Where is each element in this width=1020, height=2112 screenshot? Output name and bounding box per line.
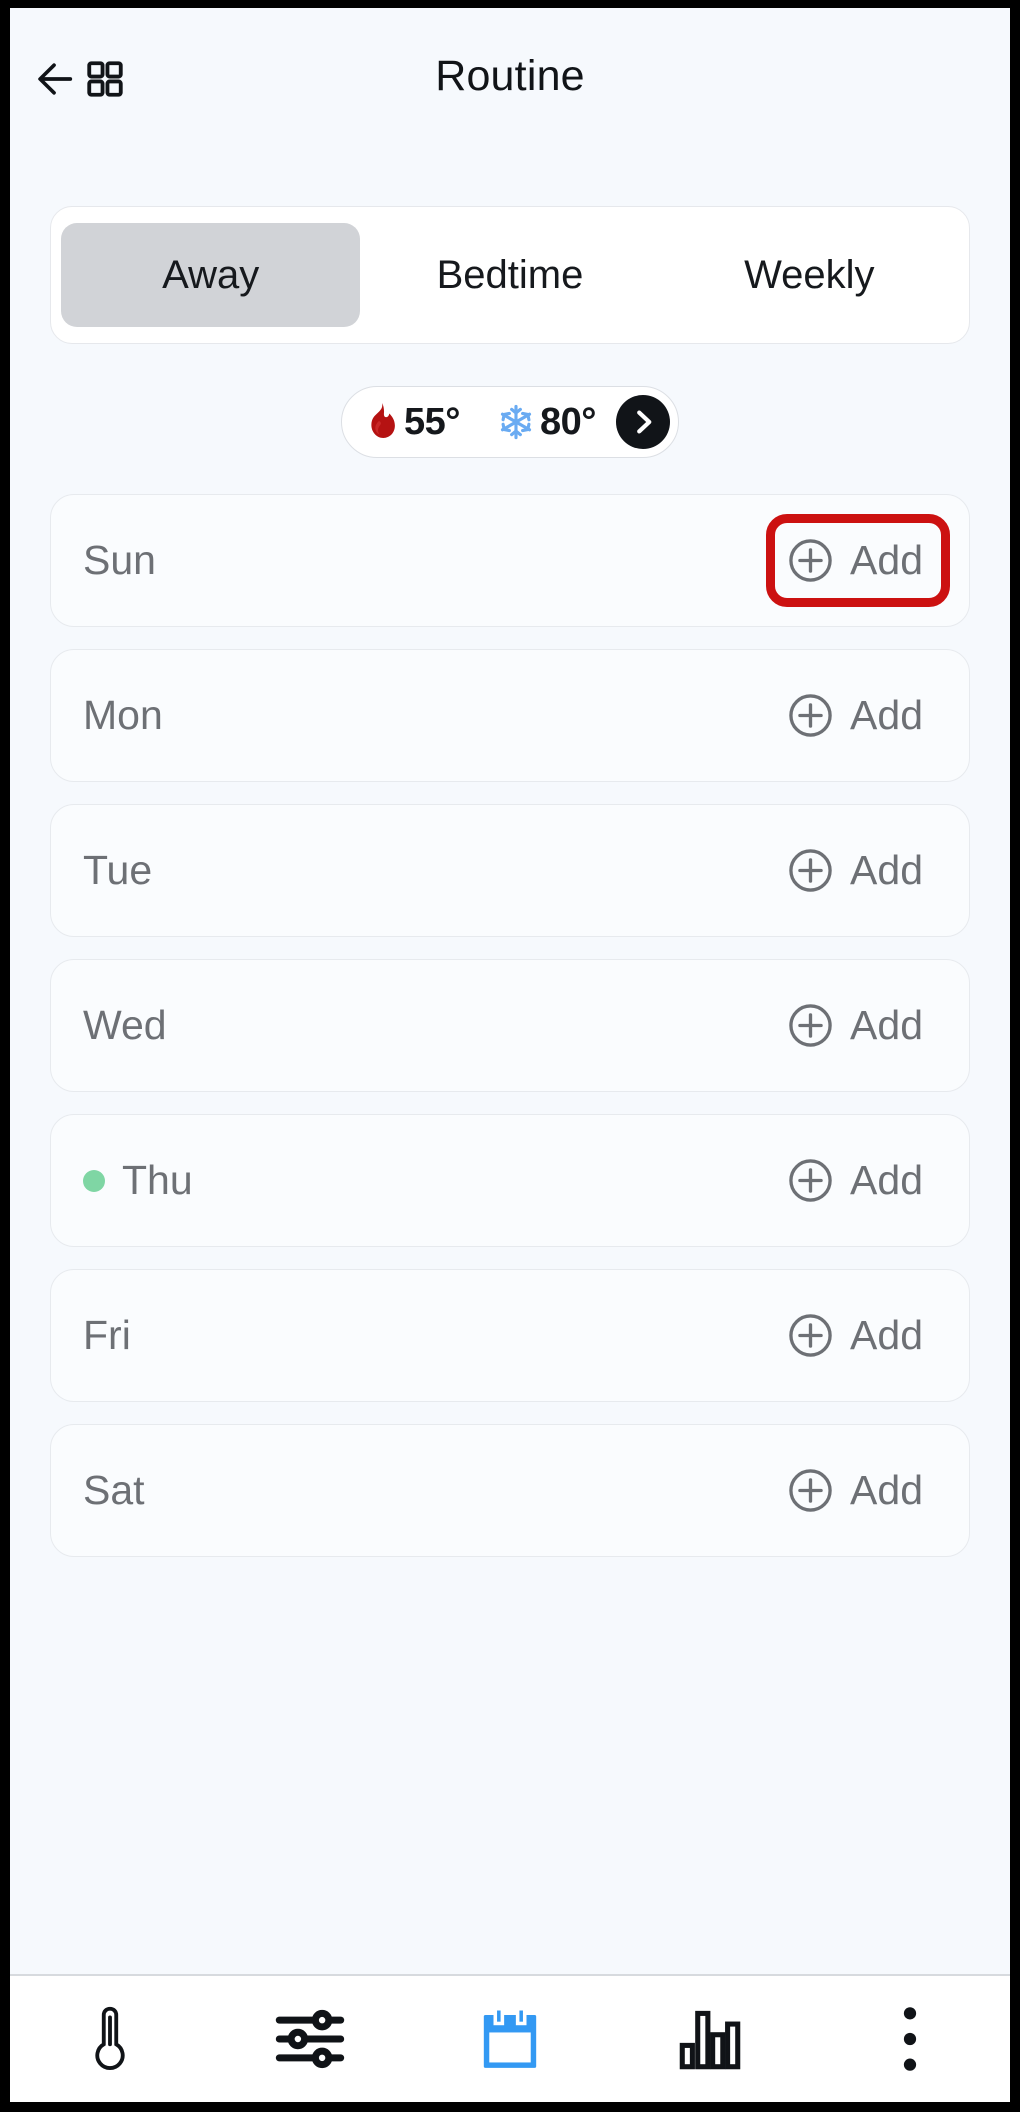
- add-label: Add: [850, 537, 923, 584]
- day-label-group: Thu: [83, 1157, 775, 1204]
- sliders-icon: [275, 2008, 345, 2070]
- day-name: Fri: [83, 1312, 131, 1359]
- thermometer-icon: [81, 2003, 139, 2075]
- flame-icon: [364, 402, 398, 442]
- add-schedule-button-mon[interactable]: Add: [775, 678, 941, 753]
- day-row-wed[interactable]: Wed Add: [50, 959, 970, 1092]
- plus-circle-icon: [787, 692, 834, 739]
- day-row-mon[interactable]: Mon Add: [50, 649, 970, 782]
- chevron-right-icon[interactable]: [616, 395, 670, 449]
- plus-circle-icon: [787, 1467, 834, 1514]
- nav-item-analytics[interactable]: [610, 1975, 810, 2102]
- day-row-sun[interactable]: Sun Add: [50, 494, 970, 627]
- day-row-tue[interactable]: Tue Add: [50, 804, 970, 937]
- nav-item-settings[interactable]: [210, 1975, 410, 2102]
- nav-item-more[interactable]: [810, 1975, 1010, 2102]
- calendar-icon: [480, 2006, 540, 2072]
- nav-item-temperature[interactable]: [10, 1975, 210, 2102]
- day-row-thu[interactable]: Thu Add: [50, 1114, 970, 1247]
- day-row-fri[interactable]: Fri Add: [50, 1269, 970, 1402]
- page-title: Routine: [10, 52, 1010, 101]
- temperature-pill[interactable]: 55°: [341, 386, 679, 458]
- add-label: Add: [850, 1002, 923, 1049]
- day-label-group: Sun: [83, 537, 775, 584]
- plus-circle-icon: [787, 1312, 834, 1359]
- day-label-group: Sat: [83, 1467, 775, 1514]
- add-label: Add: [850, 692, 923, 739]
- add-label: Add: [850, 1312, 923, 1359]
- nav-item-schedule[interactable]: [410, 1975, 610, 2102]
- phone-frame: Routine Away Bedtime Weekly 55°: [0, 0, 1020, 2112]
- heat-setpoint-group: 55°: [364, 401, 460, 444]
- day-name: Sat: [83, 1467, 145, 1514]
- day-label-group: Mon: [83, 692, 775, 739]
- cool-setpoint-group: 80°: [498, 401, 596, 444]
- tab-weekly[interactable]: Weekly: [660, 223, 959, 327]
- temperature-summary-row: 55°: [10, 386, 1010, 458]
- add-schedule-button-sun[interactable]: Add: [775, 523, 941, 598]
- day-label-group: Fri: [83, 1312, 775, 1359]
- content-spacer: [10, 1557, 1010, 1974]
- plus-circle-icon: [787, 1002, 834, 1049]
- weekday-list: Sun Add Mon: [50, 494, 970, 1557]
- day-name: Sun: [83, 537, 156, 584]
- plus-circle-icon: [787, 847, 834, 894]
- overflow-menu-icon: [900, 2004, 920, 2074]
- tab-away[interactable]: Away: [61, 223, 360, 327]
- app-screen: Routine Away Bedtime Weekly 55°: [10, 8, 1010, 2102]
- day-name: Thu: [122, 1157, 193, 1204]
- add-label: Add: [850, 1157, 923, 1204]
- add-label: Add: [850, 1467, 923, 1514]
- day-name: Wed: [83, 1002, 167, 1049]
- plus-circle-icon: [787, 1157, 834, 1204]
- snowflake-icon: [498, 404, 534, 440]
- bar-chart-icon: [678, 2006, 742, 2072]
- routine-tab-bar: Away Bedtime Weekly: [50, 206, 970, 344]
- bottom-navigation-bar: [10, 1974, 1010, 2102]
- add-label: Add: [850, 847, 923, 894]
- plus-circle-icon: [787, 537, 834, 584]
- add-schedule-button-wed[interactable]: Add: [775, 988, 941, 1063]
- day-row-sat[interactable]: Sat Add: [50, 1424, 970, 1557]
- add-schedule-button-thu[interactable]: Add: [775, 1143, 941, 1218]
- app-header: Routine: [10, 8, 1010, 148]
- add-schedule-button-fri[interactable]: Add: [775, 1298, 941, 1373]
- cool-setpoint-value: 80°: [540, 401, 596, 444]
- today-indicator-dot: [83, 1170, 105, 1192]
- day-name: Mon: [83, 692, 163, 739]
- add-schedule-button-tue[interactable]: Add: [775, 833, 941, 908]
- day-name: Tue: [83, 847, 152, 894]
- day-label-group: Tue: [83, 847, 775, 894]
- day-label-group: Wed: [83, 1002, 775, 1049]
- heat-setpoint-value: 55°: [404, 401, 460, 444]
- tab-bedtime[interactable]: Bedtime: [360, 223, 659, 327]
- add-schedule-button-sat[interactable]: Add: [775, 1453, 941, 1528]
